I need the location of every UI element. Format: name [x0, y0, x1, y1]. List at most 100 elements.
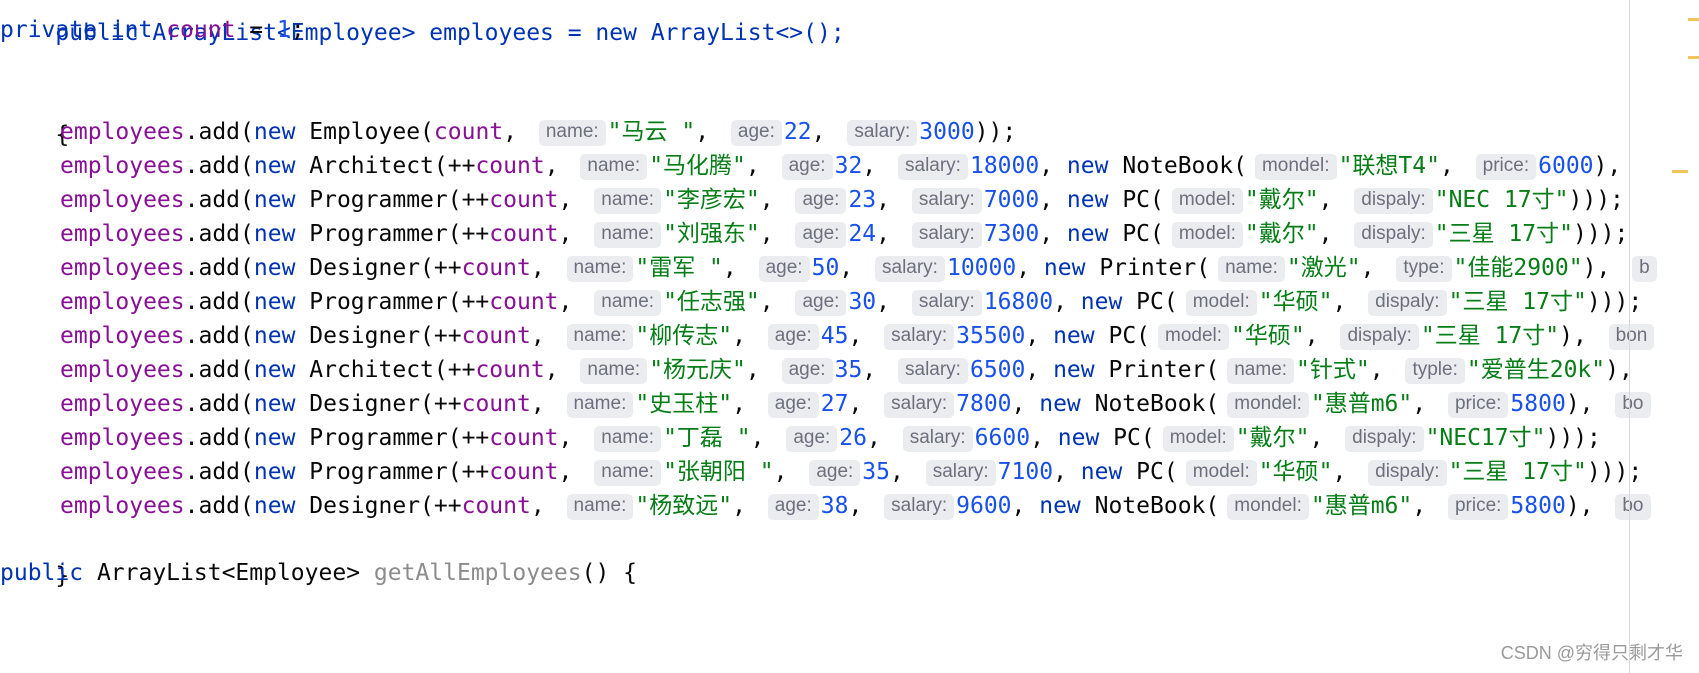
number-literal: 1	[277, 17, 291, 43]
param-hint: dispaly:	[1368, 460, 1447, 486]
code-editor[interactable]: public ArrayList<Employee> employees = n…	[0, 0, 1699, 673]
code-token: ,	[1369, 357, 1398, 383]
code-token: Programmer(++	[295, 459, 490, 485]
code-token: Programmer(++	[295, 425, 490, 451]
number-token: 6500	[969, 357, 1026, 383]
code-token: ,	[558, 187, 587, 213]
keyword-private: private	[0, 17, 97, 43]
code-token: ,	[848, 493, 877, 519]
code-token: ,	[530, 323, 559, 349]
code-token: .add(	[184, 221, 254, 247]
param-hint: dispaly:	[1340, 324, 1419, 350]
number-token: 32	[834, 153, 863, 179]
field-token: count	[461, 255, 531, 281]
number-token: 35500	[956, 323, 1026, 349]
number-token: 5800	[1510, 493, 1566, 519]
string-token: "惠普m6"	[1310, 493, 1413, 519]
string-token: "张朝阳 "	[663, 459, 774, 485]
param-hint: dispaly:	[1354, 222, 1433, 248]
param-hint: price:	[1475, 154, 1537, 180]
param-hint: age:	[767, 494, 819, 520]
number-token: 26	[839, 425, 867, 451]
code-token: ,	[1039, 153, 1067, 179]
string-token: "丁磊 "	[663, 425, 751, 451]
code-token: ,	[745, 153, 774, 179]
code-line-employee-add[interactable]: employees.add(new Programmer(++count, na…	[0, 284, 1642, 321]
number-token: 38	[820, 493, 849, 519]
code-token: )));	[1545, 425, 1601, 451]
code-line-employee-add[interactable]: employees.add(new Designer(++count, name…	[0, 250, 1659, 287]
string-token: "马化腾"	[649, 153, 746, 179]
code-token: PC(	[1122, 289, 1178, 315]
string-token: "戴尔"	[1244, 187, 1319, 213]
code-token: ),	[1565, 493, 1608, 519]
code-line-getter[interactable]: public ArrayList<Employee> getAllEmploye…	[0, 555, 637, 592]
param-hint: name:	[594, 188, 662, 214]
code-token: Designer(++	[295, 391, 462, 417]
param-hint: name:	[580, 154, 648, 180]
code-token: .add(	[184, 119, 254, 145]
code-token: PC(	[1122, 459, 1178, 485]
right-margin-guide	[1629, 0, 1630, 673]
code-token: .add(	[184, 323, 254, 349]
code-line-employee-add[interactable]: employees.add(new Architect(++count, nam…	[0, 352, 1647, 389]
code-token: ,	[1011, 493, 1040, 519]
param-hint: salary:	[884, 324, 955, 350]
code-line-employee-add[interactable]: employees.add(new Programmer(++count, na…	[0, 182, 1624, 219]
code-line-employee-add[interactable]: employees.add(new Designer(++count, name…	[0, 318, 1656, 355]
code-token: ,	[1025, 323, 1054, 349]
code-line-employee-add[interactable]: employees.add(new Programmer(++count, na…	[0, 420, 1601, 457]
code-token: Designer(++	[295, 255, 462, 281]
code-line-employee-add[interactable]: employees.add(new Programmer(++count, na…	[0, 216, 1628, 253]
code-token: .add(	[184, 357, 254, 383]
param-hint: name:	[594, 460, 662, 486]
string-token: "戴尔"	[1235, 425, 1310, 451]
field-token: count	[461, 391, 531, 417]
scroll-marker	[1672, 170, 1688, 173]
keyword-int: int	[110, 17, 153, 43]
field-token: count	[489, 459, 559, 485]
code-token: ,	[732, 323, 760, 349]
field-token: count	[461, 493, 531, 519]
keyword-token: new	[253, 255, 296, 281]
code-token: ,	[1318, 187, 1347, 213]
param-hint: name:	[566, 494, 634, 520]
keyword-token: new	[1039, 391, 1081, 417]
code-line-close-brace[interactable]: }	[0, 521, 69, 589]
keyword-token: new	[253, 493, 296, 519]
code-token: ,	[862, 357, 890, 383]
param-hint: dispaly:	[1345, 426, 1424, 452]
code-token: .add(	[184, 425, 254, 451]
field-token: employees	[60, 119, 185, 145]
param-hint: model:	[1185, 460, 1257, 486]
string-token: "三星 17寸"	[1448, 459, 1587, 485]
string-token: "NEC17寸"	[1425, 425, 1546, 451]
keyword-token: new	[1039, 493, 1081, 519]
code-token: Employee(	[295, 119, 434, 145]
scroll-marker	[1688, 56, 1699, 59]
code-line-private-count[interactable]: private int count = 1;	[0, 12, 305, 49]
param-hint: model:	[1158, 324, 1230, 350]
code-line-employee-add[interactable]: employees.add(new Designer(++count, name…	[0, 488, 1653, 525]
code-token: .add(	[184, 153, 254, 179]
code-token: ,	[862, 153, 890, 179]
string-token: "激光"	[1286, 255, 1361, 281]
param-hint: salary:	[911, 290, 982, 316]
code-token: .add(	[184, 493, 254, 519]
code-token: ,	[773, 459, 802, 485]
code-token: PC(	[1094, 323, 1151, 349]
code-token: ,	[867, 425, 895, 451]
string-token: "三星 17寸"	[1434, 221, 1573, 247]
param-hint: name:	[566, 392, 634, 418]
code-line-employee-add[interactable]: employees.add(new Programmer(++count, na…	[0, 454, 1642, 491]
code-token: ,	[848, 323, 877, 349]
param-hint: age:	[795, 222, 847, 248]
code-line-employee-add[interactable]: employees.add(new Employee(count, name: "…	[0, 114, 1016, 151]
code-line-employee-add[interactable]: employees.add(new Architect(++count, nam…	[0, 148, 1635, 185]
code-line-employee-add[interactable]: employees.add(new Designer(++count, name…	[0, 386, 1653, 423]
code-line-open-brace[interactable]: {	[0, 80, 69, 148]
keyword-token: new	[1080, 289, 1123, 315]
field-token: employees	[60, 153, 185, 179]
code-token: )));	[1586, 289, 1643, 315]
param-hint: salary:	[898, 358, 968, 384]
